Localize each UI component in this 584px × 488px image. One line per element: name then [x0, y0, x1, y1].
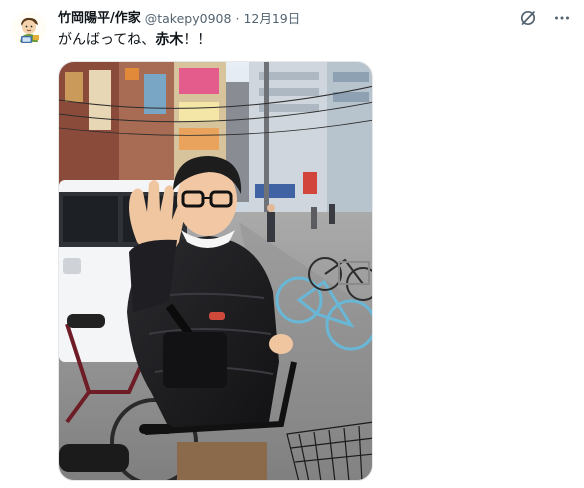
author-handle[interactable]: @takepy0908 — [145, 10, 232, 28]
post-text: がんばってね、赤木！！ — [58, 31, 211, 49]
post-header: 竹岡陽平/作家 @takepy0908 · 12月19日 — [58, 10, 300, 28]
avatar[interactable] — [12, 12, 46, 46]
grok-icon[interactable] — [518, 8, 538, 28]
post-top-actions — [518, 8, 572, 28]
more-options-icon[interactable] — [552, 8, 572, 28]
post-card[interactable]: 竹岡陽平/作家 @takepy0908 · 12月19日 がんばってね、赤木！！ — [0, 0, 584, 488]
meta-separator: · — [235, 11, 240, 26]
author-display-name[interactable]: 竹岡陽平/作家 — [58, 10, 141, 28]
cartoon-avatar-icon — [12, 12, 46, 46]
post-text-prefix: がんばってね、 — [58, 32, 156, 48]
street-photo-image[interactable] — [58, 61, 373, 481]
post-date[interactable]: 12月19日 — [243, 10, 300, 28]
post-text-emphasis: 赤木 — [155, 32, 184, 48]
post-text-suffix: ！！ — [183, 32, 212, 48]
